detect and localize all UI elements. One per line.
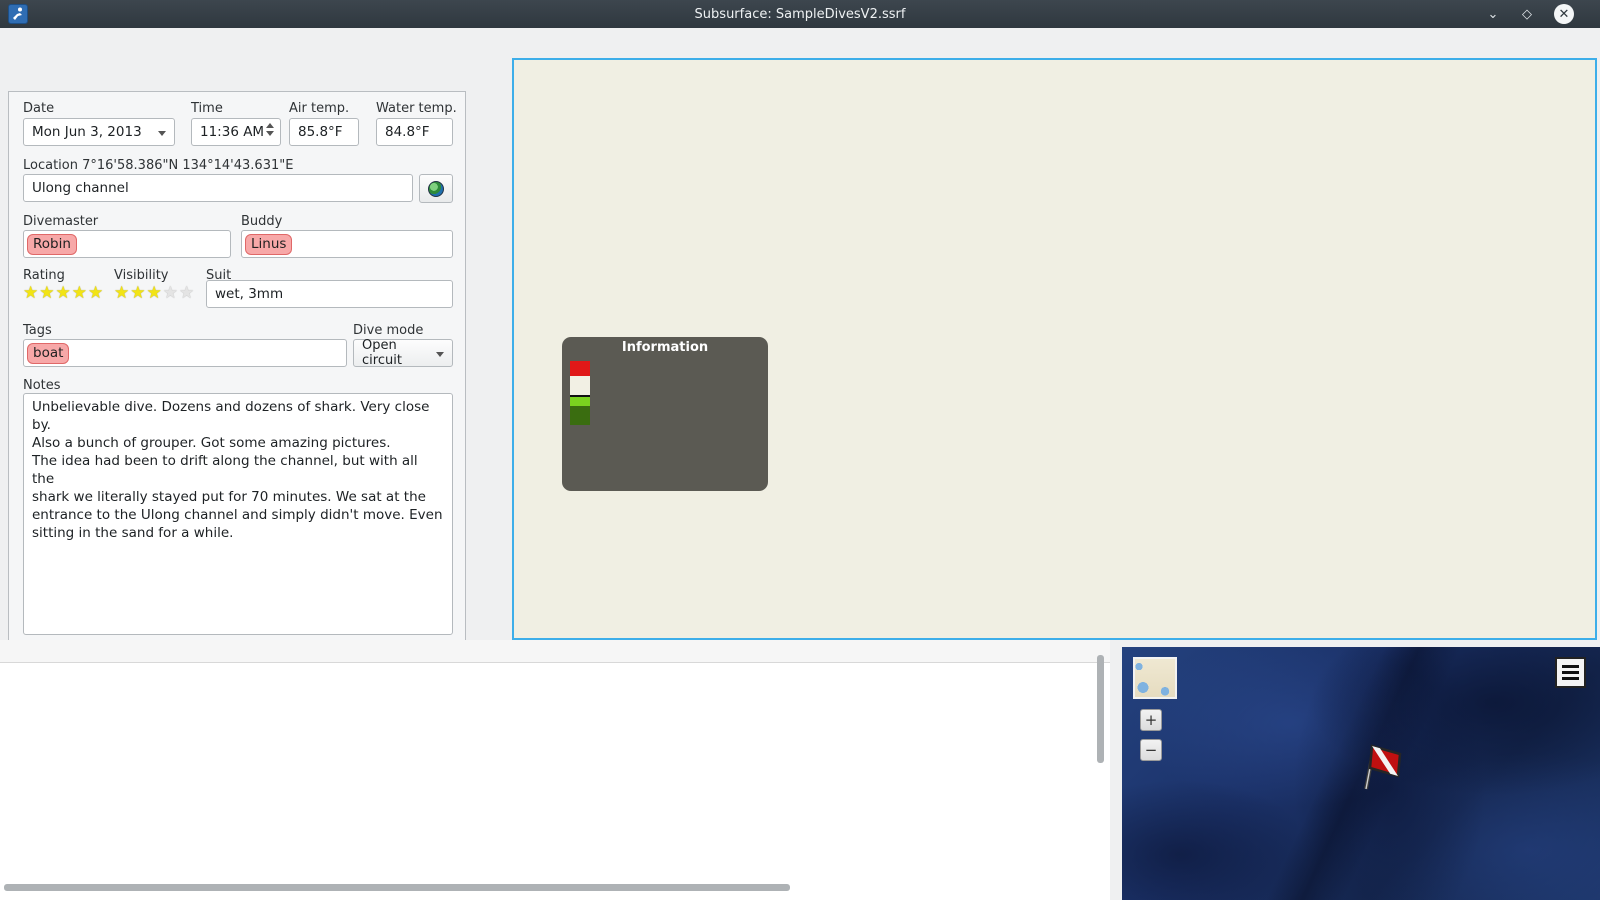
- visibility-label: Visibility: [114, 268, 169, 283]
- airtemp-label: Air temp.: [289, 101, 350, 116]
- star-filled-icon[interactable]: ★: [147, 285, 162, 302]
- buddy-chip[interactable]: Linus: [245, 233, 293, 255]
- star-filled-icon[interactable]: ★: [88, 285, 103, 302]
- star-filled-icon[interactable]: ★: [130, 285, 145, 302]
- map-zoom-out-button[interactable]: −: [1140, 739, 1162, 761]
- info-tooltip: Information: [562, 337, 768, 491]
- star-empty-icon[interactable]: ★: [179, 285, 194, 302]
- buddy-input[interactable]: Linus: [241, 230, 453, 258]
- star-filled-icon[interactable]: ★: [39, 285, 54, 302]
- minimize-button[interactable]: ⌄: [1482, 4, 1504, 24]
- divemaster-label: Divemaster: [23, 214, 99, 229]
- dive-list: [0, 640, 1110, 900]
- tank-pressure-bar-icon: [570, 361, 590, 431]
- dive-profile-chart[interactable]: Information: [512, 58, 1597, 640]
- info-tooltip-title: Information: [621, 340, 709, 355]
- time-spinner[interactable]: 11:36 AM: [191, 118, 281, 146]
- horizontal-scrollbar[interactable]: [0, 884, 1096, 891]
- title-bar: Subsurface: SampleDivesV2.ssrf ⌄ ◇ ✕: [0, 0, 1600, 28]
- star-filled-icon[interactable]: ★: [114, 285, 129, 302]
- rating-label: Rating: [23, 268, 65, 283]
- chevron-down-icon: [158, 131, 166, 136]
- divemaster-chip[interactable]: Robin: [27, 233, 77, 255]
- globe-icon: [428, 180, 444, 197]
- rating-stars[interactable]: ★ ★ ★ ★ ★: [23, 285, 103, 302]
- visibility-stars[interactable]: ★ ★ ★ ★ ★: [114, 285, 194, 302]
- location-input[interactable]: Ulong channel: [23, 174, 413, 202]
- location-label: Location 7°16'58.386"N 134°14'43.631"E: [23, 158, 294, 173]
- menu-bar: [0, 28, 1600, 57]
- map-panel[interactable]: + −: [1122, 647, 1600, 900]
- spinner-arrows-icon[interactable]: [266, 123, 274, 136]
- tags-input[interactable]: boat: [23, 339, 347, 367]
- notes-textarea[interactable]: Unbelievable dive. Dozens and dozens of …: [23, 393, 453, 635]
- map-menu-button[interactable]: [1555, 657, 1586, 688]
- tags-label: Tags: [23, 323, 52, 338]
- map-zoom-in-button[interactable]: +: [1140, 709, 1162, 731]
- vertical-scrollbar[interactable]: [1097, 652, 1104, 862]
- date-label: Date: [23, 101, 55, 116]
- time-label: Time: [191, 101, 223, 116]
- notes-label: Notes: [23, 378, 61, 393]
- window-title: Subsurface: SampleDivesV2.ssrf: [694, 6, 906, 22]
- date-dropdown[interactable]: Mon Jun 3, 2013: [23, 118, 175, 146]
- star-filled-icon[interactable]: ★: [56, 285, 71, 302]
- star-filled-icon[interactable]: ★: [23, 285, 38, 302]
- chevron-down-icon: [436, 352, 444, 357]
- star-empty-icon[interactable]: ★: [163, 285, 178, 302]
- profile-toolbar: [472, 62, 510, 642]
- maximize-button[interactable]: ◇: [1516, 4, 1538, 24]
- notes-panel: Date Time Air temp. Water temp. Mon Jun …: [8, 91, 466, 645]
- dive-list-header: [0, 640, 1110, 663]
- watertemp-label: Water temp.: [376, 101, 457, 116]
- buddy-label: Buddy: [241, 214, 283, 229]
- tag-chip[interactable]: boat: [27, 342, 70, 364]
- airtemp-field[interactable]: 85.8°F: [289, 118, 359, 146]
- divemaster-input[interactable]: Robin: [23, 230, 231, 258]
- app-icon: [8, 4, 28, 24]
- tab-bar: [8, 64, 466, 92]
- divemode-label: Dive mode: [353, 323, 424, 338]
- watertemp-field[interactable]: 84.8°F: [376, 118, 453, 146]
- dive-flag-marker[interactable]: [1354, 739, 1410, 799]
- close-button[interactable]: ✕: [1554, 4, 1574, 24]
- map-globe-button[interactable]: [419, 174, 453, 203]
- suit-input[interactable]: wet, 3mm: [206, 280, 453, 308]
- map-overview-thumbnail[interactable]: [1133, 657, 1177, 699]
- star-filled-icon[interactable]: ★: [72, 285, 87, 302]
- divemode-dropdown[interactable]: Open circuit: [353, 338, 453, 368]
